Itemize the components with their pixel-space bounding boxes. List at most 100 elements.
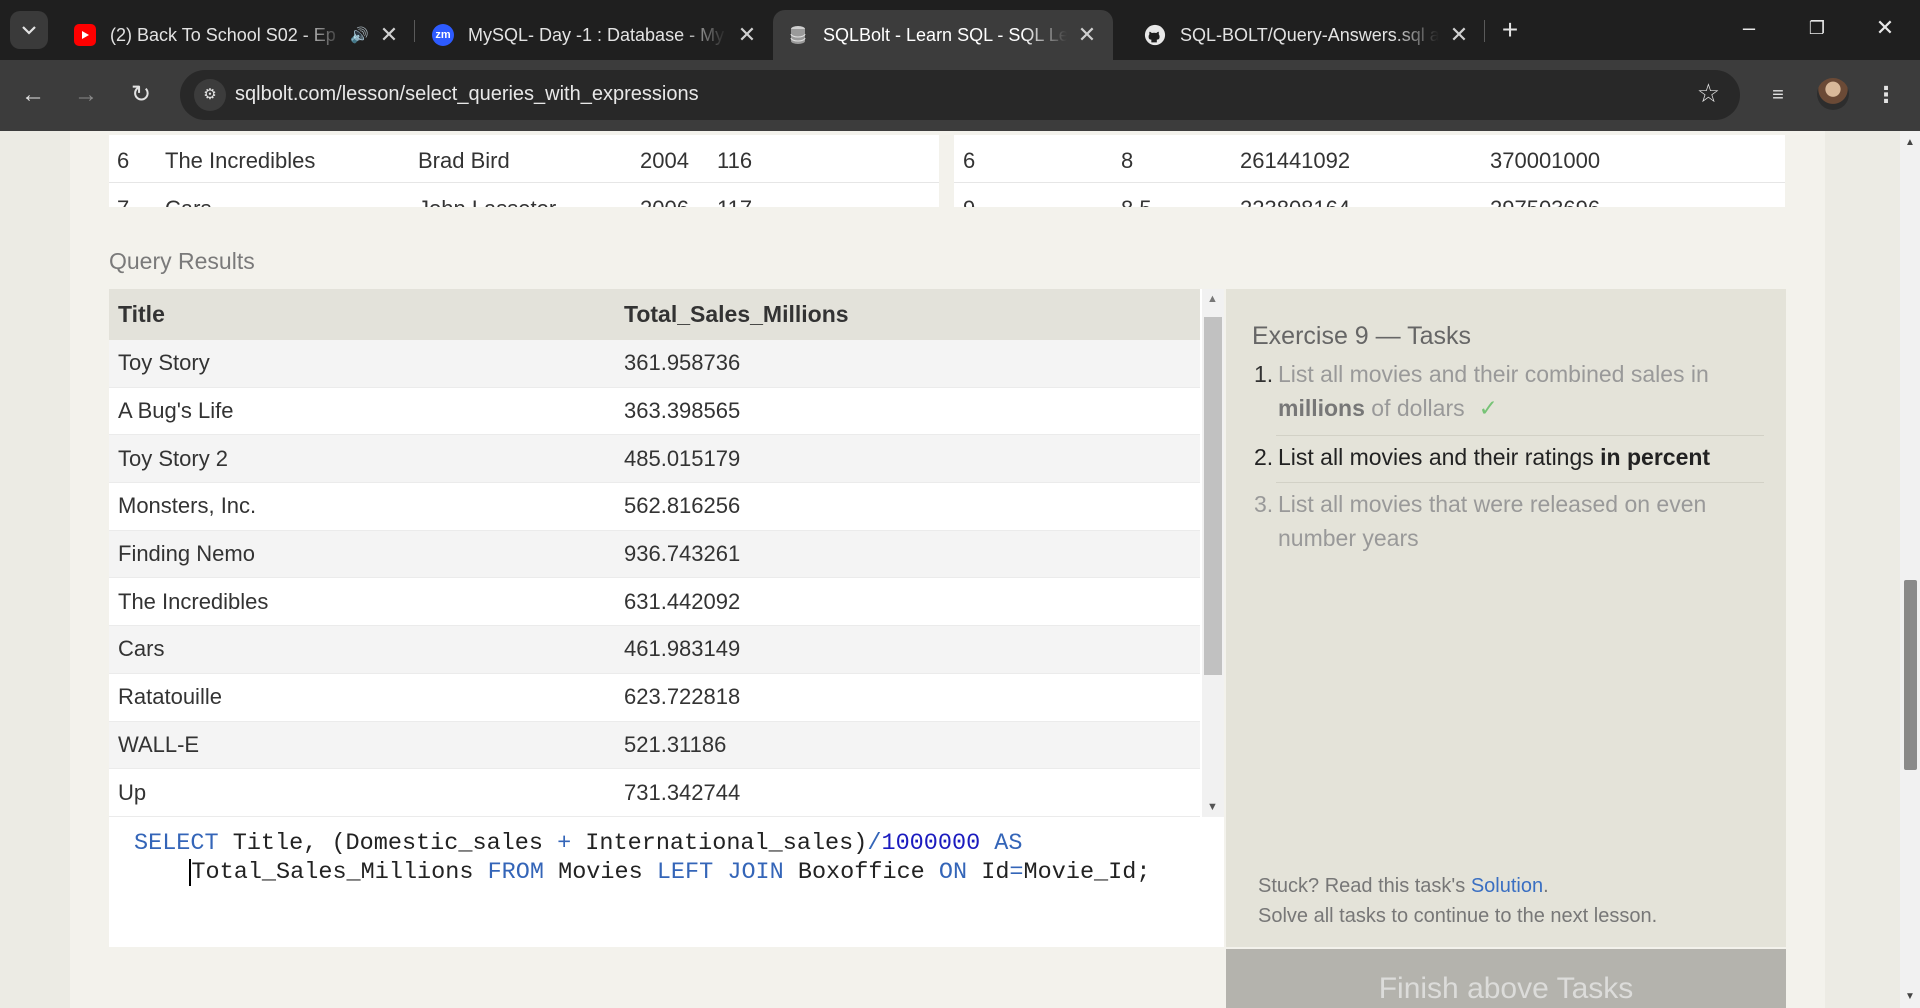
table-cell: 9 [963, 196, 975, 207]
url-text[interactable]: sqlbolt.com/lesson/select_queries_with_e… [235, 83, 699, 106]
close-window-button[interactable]: ✕ [1861, 8, 1909, 48]
exercise-tasks-panel: Exercise 9 — Tasks 1. List all movies an… [1226, 289, 1786, 947]
table-cell: 2006 [640, 196, 689, 207]
sales-cell: 521.31186 [624, 731, 727, 757]
task-divider [1276, 482, 1764, 483]
chevron-down-icon [22, 26, 36, 35]
finish-tasks-button[interactable]: Finish above Tasks [1226, 949, 1786, 1008]
scroll-down-arrow-icon[interactable]: ▼ [1905, 991, 1915, 1002]
query-results-heading: Query Results [109, 248, 255, 274]
database-icon [787, 24, 809, 46]
scrollbar-thumb[interactable] [1204, 317, 1222, 675]
title-cell: WALL-E [118, 731, 200, 757]
sales-cell: 361.958736 [624, 350, 741, 376]
table-cell: 261441092 [1240, 148, 1351, 173]
reading-list-icon[interactable]: ≡ [1760, 77, 1796, 113]
browser-tab-bar: (2) Back To School S02 - Ep 🔊 ✕ zm MySQL… [0, 0, 1920, 60]
scroll-up-arrow-icon[interactable]: ▲ [1905, 137, 1915, 148]
scroll-down-arrow-icon[interactable]: ▼ [1207, 801, 1218, 813]
close-tab-icon[interactable]: ✕ [1075, 22, 1099, 48]
page-scrollbar[interactable]: ▲ ▼ [1900, 131, 1920, 1008]
results-scrollbar[interactable]: ▲ ▼ [1202, 289, 1224, 817]
title-cell: Cars [118, 636, 165, 662]
zoom-icon: zm [432, 24, 454, 46]
site-settings-icon[interactable]: ⚙ [194, 79, 226, 111]
new-tab-button[interactable]: + [1493, 14, 1527, 48]
table-row: 9 8.5 223808164 297503696 [954, 183, 1785, 207]
tab-sqlbolt[interactable]: SQLBolt - Learn SQL - SQL Lesso ✕ [773, 10, 1113, 60]
tab-title: SQLBolt - Learn SQL - SQL Lesso [823, 24, 1067, 45]
table-cell: 370001000 [1490, 148, 1601, 173]
youtube-icon [74, 24, 96, 46]
address-bar[interactable]: ⚙ sqlbolt.com/lesson/select_queries_with… [180, 70, 1740, 120]
sql-editor[interactable]: SELECT Title, (Domestic_sales + Internat… [109, 817, 1224, 947]
minimize-button[interactable]: – [1725, 8, 1773, 48]
title-cell: Toy Story [118, 350, 210, 376]
table-row: Toy Story 361.958736 [109, 340, 1200, 388]
table-cell: 2004 [640, 148, 689, 173]
close-tab-icon[interactable]: ✕ [1447, 22, 1471, 48]
table-row: 6 The Incredibles Brad Bird 2004 116 [109, 135, 939, 183]
tab-youtube[interactable]: (2) Back To School S02 - Ep 🔊 ✕ [60, 10, 415, 60]
table-cell: 223808164 [1240, 196, 1350, 207]
sales-cell: 936.743261 [624, 541, 741, 567]
menu-dots-icon[interactable]: ⋮ [1868, 77, 1904, 113]
scroll-up-arrow-icon[interactable]: ▲ [1207, 293, 1218, 305]
close-tab-icon[interactable]: ✕ [377, 22, 401, 48]
table-cell: 117 [717, 196, 752, 207]
table-row: The Incredibles 631.442092 [109, 578, 1200, 627]
bookmark-star-icon[interactable]: ☆ [1697, 78, 1720, 109]
tab-title: MySQL- Day -1 : Database - My [468, 24, 725, 45]
tab-github[interactable]: SQL-BOLT/Query-Answers.sql a ✕ [1130, 10, 1485, 60]
table-row: 7 Cars John Lasseter 2006 117 [109, 183, 939, 207]
table-cell: 7 [117, 196, 129, 207]
task-item-2: 2. List all movies and their ratings in … [1254, 444, 1711, 470]
sales-cell: 562.816256 [624, 493, 741, 519]
sales-cell: 623.722818 [624, 684, 741, 710]
table-cell: 116 [717, 148, 753, 173]
speaker-icon[interactable]: 🔊 [350, 26, 369, 44]
back-arrow-icon[interactable]: ← [15, 77, 51, 113]
tab-divider [414, 20, 415, 42]
close-tab-icon[interactable]: ✕ [735, 22, 759, 48]
results-table[interactable]: Title Total_Sales_Millions Toy Story 361.… [109, 289, 1200, 817]
table-row: Finding Nemo 936.743261 [109, 530, 1200, 579]
stuck-note: Stuck? Read this task's Solution. Solve … [1258, 875, 1658, 927]
query-results-panel: Title Total_Sales_Millions Toy Story 361.… [109, 289, 1224, 947]
table-row: 6 8 261441092 370001000 [954, 135, 1785, 183]
title-cell: The Incredibles [118, 588, 269, 614]
tab-mysql[interactable]: zm MySQL- Day -1 : Database - My ✕ [418, 10, 773, 60]
tab-divider [1484, 20, 1485, 42]
solution-link[interactable]: Solution [1471, 875, 1543, 897]
reload-icon[interactable]: ↻ [123, 77, 159, 113]
table-cell: John Lasseter [418, 196, 556, 207]
restore-button[interactable]: ❐ [1793, 8, 1841, 48]
tab-title: SQL-BOLT/Query-Answers.sql a [1180, 24, 1439, 45]
title-cell: Up [118, 779, 147, 805]
table-row: Cars 461.983149 [109, 626, 1200, 674]
movies-table: 6 The Incredibles Brad Bird 2004 116 7 C… [109, 135, 939, 207]
title-cell: Toy Story 2 [118, 445, 229, 471]
column-header: Title [118, 301, 165, 327]
table-cell: Cars [165, 196, 211, 207]
table-cell: 6 [963, 148, 976, 173]
table-row: Ratatouille 623.722818 [109, 674, 1200, 722]
sales-cell: 363.398565 [624, 398, 741, 424]
sql-line-1: SELECT Title, (Domestic_sales + Internat… [134, 830, 1023, 857]
column-header: Total_Sales_Millions [624, 301, 849, 327]
results-body: Toy Story 361.958736 A Bug's Life 363.39856… [109, 340, 1200, 817]
table-cell: 6 [117, 148, 130, 173]
forward-arrow-icon[interactable]: → [68, 77, 104, 113]
tab-title: (2) Back To School S02 - Ep [110, 24, 336, 45]
task-item-3: 3. List all movies that were released on… [1254, 491, 1707, 551]
table-cell: 8.5 [1121, 196, 1152, 207]
table-cell: 297503696 [1490, 196, 1600, 207]
sales-cell: 485.015179 [624, 445, 741, 471]
table-cell: 8 [1121, 148, 1134, 173]
tab-search-button[interactable] [10, 11, 48, 49]
table-row: WALL-E 521.31186 [109, 721, 1200, 770]
profile-avatar[interactable] [1817, 78, 1849, 110]
browser-toolbar: ← → ↻ ⚙ sqlbolt.com/lesson/select_querie… [0, 60, 1920, 131]
table-row: Up 731.342744 [109, 769, 1200, 817]
scrollbar-thumb[interactable] [1904, 580, 1917, 770]
